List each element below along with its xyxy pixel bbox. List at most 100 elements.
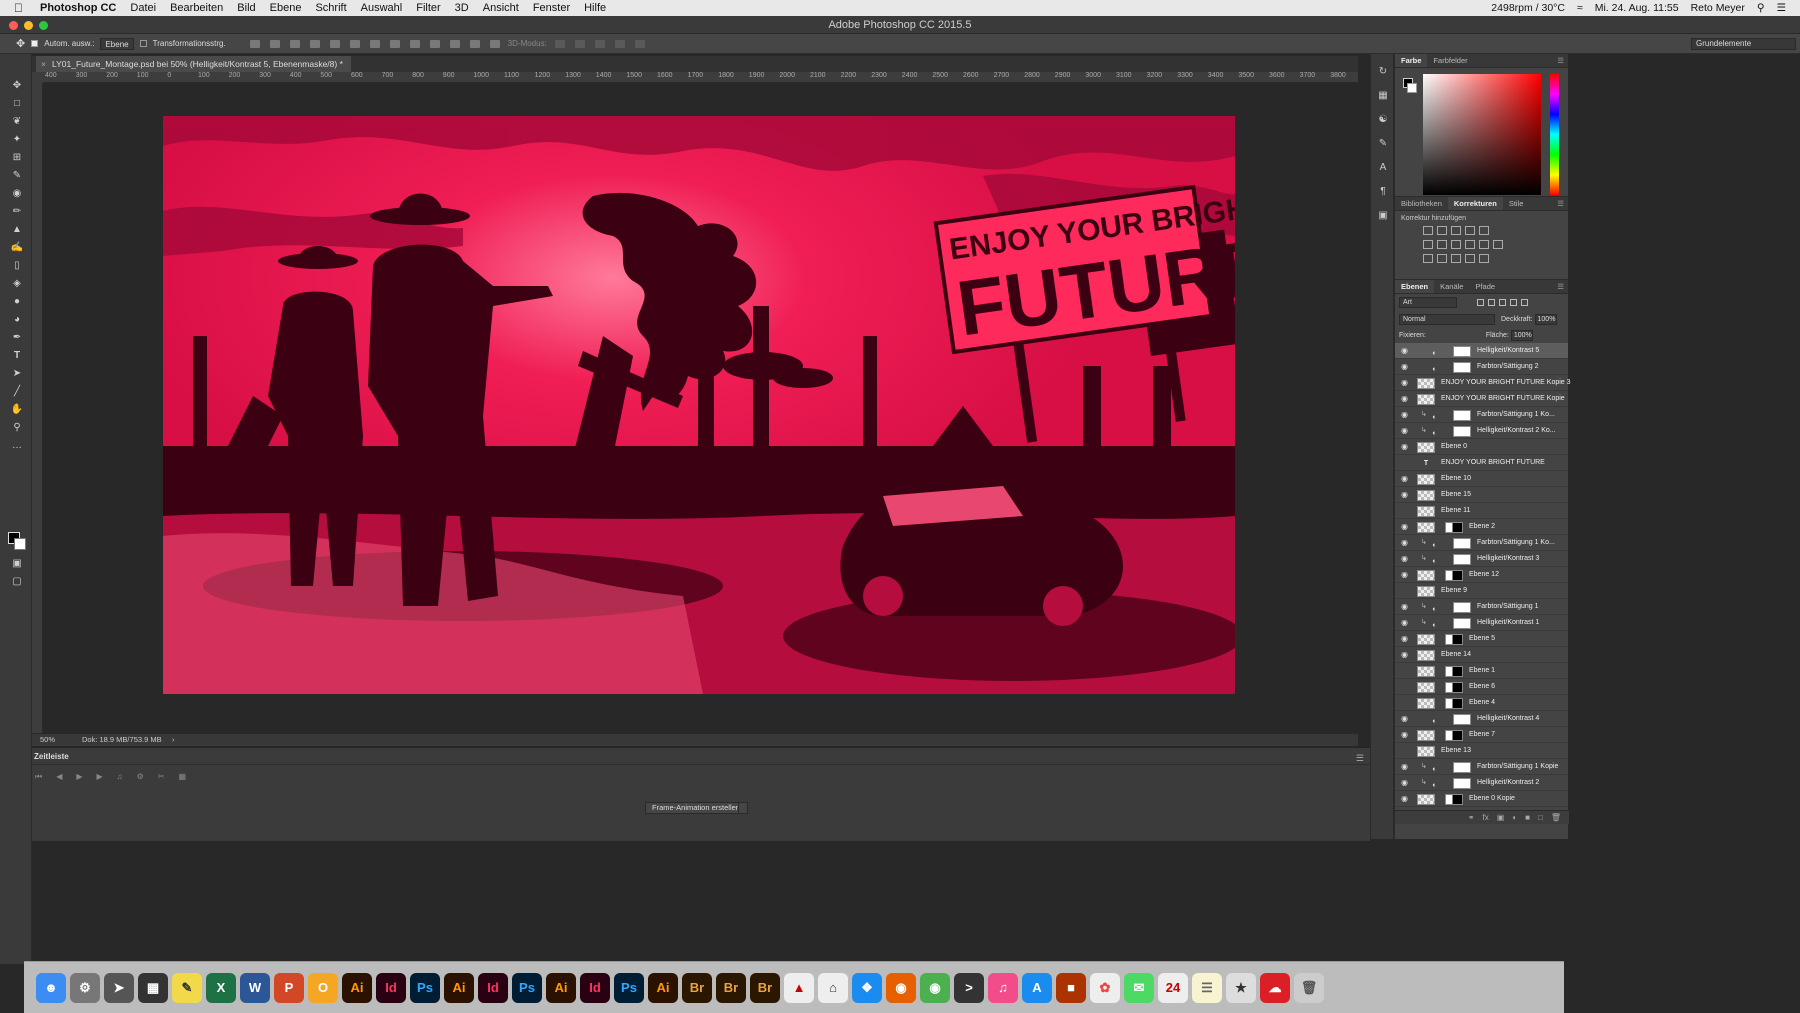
color-panel-menu-icon[interactable]: ☰ — [1557, 54, 1568, 67]
history-icon[interactable]: ↻ — [1376, 66, 1390, 78]
3d-slide-icon[interactable] — [614, 39, 625, 48]
layer-thumbnail[interactable] — [1417, 474, 1435, 485]
menu-item-schrift[interactable]: Schrift — [315, 2, 346, 14]
calendar-icon[interactable]: 24 — [1158, 972, 1188, 1003]
layer-row[interactable]: ◉ Ebene 15 — [1395, 487, 1568, 503]
paragraph-icon[interactable]: ¶ — [1376, 186, 1390, 198]
excel-icon[interactable]: X — [206, 972, 236, 1003]
close-window-button[interactable] — [9, 21, 18, 30]
zoom-window-button[interactable] — [39, 21, 48, 30]
timeline-menu-icon[interactable]: ☰ — [1356, 753, 1364, 764]
layer-filter-dropdown[interactable]: Art — [1399, 297, 1457, 308]
curves-icon[interactable] — [1451, 226, 1461, 235]
layer-row[interactable]: ◉ ↳ ◐ Farbton/Sättigung 1 Ko... — [1395, 535, 1568, 551]
menu-item-ebene[interactable]: Ebene — [270, 2, 302, 14]
stickies-icon[interactable]: ✎ — [172, 972, 202, 1003]
layer-thumbnail[interactable] — [1417, 682, 1435, 693]
hue-saturation-icon[interactable] — [1423, 240, 1433, 249]
layer-row[interactable]: ◉ Ebene 5 — [1395, 631, 1568, 647]
visibility-eye-icon[interactable]: ◉ — [1401, 519, 1411, 535]
spotlight-search-icon[interactable]: ⚲ — [1757, 2, 1765, 14]
visibility-eye-icon[interactable]: ◉ — [1401, 791, 1411, 807]
filter-pixel-icon[interactable] — [1477, 299, 1484, 306]
artwork-canvas[interactable]: ENJOY YOUR BRIGHT FUTURE — [163, 116, 1235, 694]
dock-app-ai-icon[interactable]: Ai — [648, 972, 678, 1003]
visibility-eye-icon[interactable]: ◉ — [1401, 439, 1411, 455]
zoom-level[interactable]: 50% — [40, 735, 55, 744]
brush-tool-icon[interactable]: ✏ — [9, 206, 25, 218]
threshold-icon[interactable] — [1451, 254, 1461, 263]
line-tool-icon[interactable]: ╱ — [9, 386, 25, 398]
layer-row[interactable]: ◉ ↳ ◐ Helligkeit/Kontrast 2 Ko... — [1395, 423, 1568, 439]
distribute-vcenter-icon[interactable] — [389, 39, 400, 48]
trash-icon[interactable]: 🗑 — [1294, 972, 1324, 1003]
layer-row[interactable]: ◉ Ebene 12 — [1395, 567, 1568, 583]
screen-mode-icon[interactable]: ▢ — [9, 576, 25, 588]
opacity-field[interactable]: 100% — [1534, 313, 1557, 325]
menu-item-auswahl[interactable]: Auswahl — [361, 2, 403, 14]
layer-thumbnail[interactable] — [1417, 746, 1435, 757]
layer-thumbnail[interactable] — [1417, 730, 1435, 741]
apple-icon[interactable]:  — [14, 1, 26, 15]
visibility-eye-icon[interactable]: ◉ — [1401, 471, 1411, 487]
layer-mask-thumbnail[interactable] — [1453, 538, 1471, 549]
pen-tool-icon[interactable]: ✒ — [9, 332, 25, 344]
home-icon[interactable]: ⌂ — [818, 972, 848, 1003]
layer-row[interactable]: ◉ Ebene 0 Kopie — [1395, 791, 1568, 807]
layer-mask-thumbnail[interactable] — [1445, 570, 1463, 581]
dock-app-ps-icon[interactable]: Ps — [410, 972, 440, 1003]
layer-row[interactable]: ◉ Ebene 14 — [1395, 647, 1568, 663]
path-selection-tool-icon[interactable]: ➤ — [9, 368, 25, 380]
eraser-tool-icon[interactable]: ▯ — [9, 260, 25, 272]
layer-row[interactable]: Ebene 4 — [1395, 695, 1568, 711]
layer-row[interactable]: T ENJOY YOUR BRIGHT FUTURE — [1395, 455, 1568, 471]
layer-thumbnail[interactable] — [1417, 378, 1435, 389]
layer-mask-thumbnail[interactable] — [1453, 762, 1471, 773]
layer-mask-thumbnail[interactable] — [1453, 426, 1471, 437]
distribute-bottom-icon[interactable] — [409, 39, 420, 48]
move-tool-icon[interactable]: ✥ — [16, 37, 25, 50]
lasso-tool-icon[interactable]: ❦ — [9, 116, 25, 128]
quick-select-tool-icon[interactable]: ✦ — [9, 134, 25, 146]
layer-thumbnail[interactable] — [1417, 570, 1435, 581]
photo-booth-icon[interactable]: ■ — [1056, 972, 1086, 1003]
marquee-tool-icon[interactable]: □ — [9, 98, 25, 110]
dock-app-id-icon[interactable]: Id — [376, 972, 406, 1003]
layer-row[interactable]: ◉ ◐ Farbton/Sättigung 2 — [1395, 359, 1568, 375]
crop-tool-icon[interactable]: ⊞ — [9, 152, 25, 164]
menu-item-datei[interactable]: Datei — [130, 2, 156, 14]
cut-icon[interactable]: ✂ — [158, 772, 165, 782]
settings-icon[interactable]: ⚙ — [137, 772, 144, 782]
new-adjustment-icon[interactable]: ◐ — [1512, 811, 1517, 824]
layer-mask-thumbnail[interactable] — [1453, 554, 1471, 565]
tab-kanaele[interactable]: Kanäle — [1434, 280, 1469, 293]
layer-mask-thumbnail[interactable] — [1445, 698, 1463, 709]
dock-app-ai-icon[interactable]: Ai — [342, 972, 372, 1003]
first-frame-icon[interactable]: ⏮ — [35, 772, 42, 782]
mission-control-icon[interactable]: ▦ — [138, 972, 168, 1003]
posterize-icon[interactable] — [1437, 254, 1447, 263]
preview-icon[interactable]: ★ — [1226, 972, 1256, 1003]
eyedropper-tool-icon[interactable]: ✎ — [9, 170, 25, 182]
brush-presets-icon[interactable]: ✎ — [1376, 138, 1390, 150]
properties-icon[interactable]: ▦ — [1376, 90, 1390, 102]
healing-brush-tool-icon[interactable]: ◉ — [9, 188, 25, 200]
visibility-eye-icon[interactable]: ◉ — [1401, 535, 1411, 551]
menu-item-3d[interactable]: 3D — [455, 2, 469, 14]
3d-icon[interactable]: ▣ — [1376, 210, 1390, 222]
dock-app-br-icon[interactable]: Br — [716, 972, 746, 1003]
dock-app-id-icon[interactable]: Id — [580, 972, 610, 1003]
layer-mask-thumbnail[interactable] — [1453, 602, 1471, 613]
safari-icon[interactable]: ❖ — [852, 972, 882, 1003]
layer-thumbnail[interactable] — [1417, 490, 1435, 501]
layer-row[interactable]: ◉ ↳ ◐ Helligkeit/Kontrast 2 — [1395, 775, 1568, 791]
transition-icon[interactable]: ▦ — [179, 772, 187, 782]
layer-thumbnail[interactable] — [1417, 666, 1435, 677]
menu-item-ansicht[interactable]: Ansicht — [483, 2, 519, 14]
new-group-icon[interactable]: ■ — [1525, 811, 1530, 824]
filter-smart-object-icon[interactable] — [1521, 299, 1528, 306]
auto-select-checkbox[interactable] — [31, 40, 39, 47]
menu-item-filter[interactable]: Filter — [416, 2, 440, 14]
menu-app-name[interactable]: Photoshop CC — [40, 2, 116, 14]
layer-thumbnail[interactable] — [1417, 794, 1435, 805]
